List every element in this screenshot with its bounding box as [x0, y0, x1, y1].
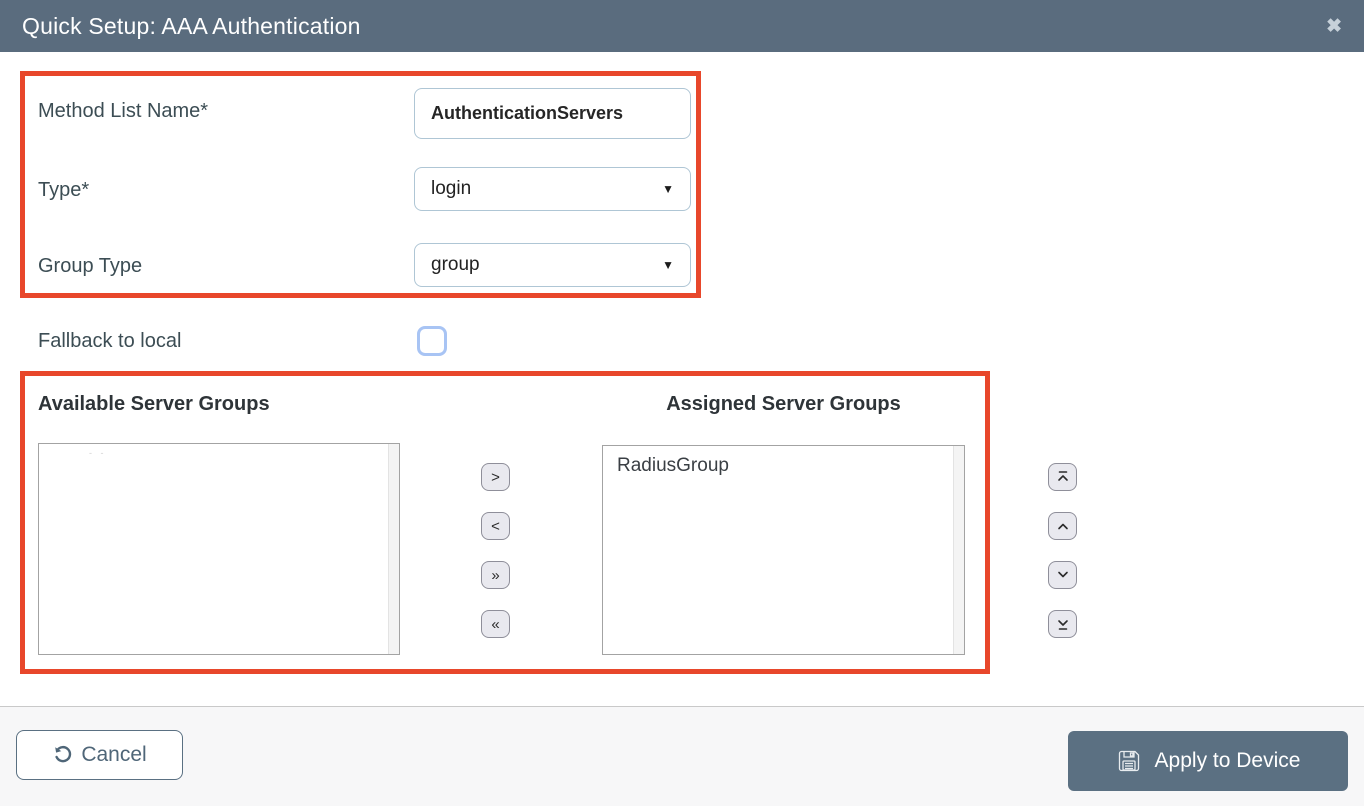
available-server-groups-list[interactable]: - -	[38, 443, 400, 655]
quick-setup-dialog: Quick Setup: AAA Authentication ✖ Method…	[0, 0, 1364, 806]
group-type-select-value: group	[431, 254, 480, 276]
move-right-button[interactable]: >	[481, 463, 510, 491]
undo-icon	[52, 745, 72, 765]
move-left-button[interactable]: <	[481, 512, 510, 540]
group-type-select[interactable]: group ▼	[414, 243, 691, 287]
cancel-label: Cancel	[81, 743, 146, 767]
fallback-to-local-label: Fallback to local	[38, 330, 181, 353]
dialog-footer: Cancel Apply to Device	[0, 706, 1364, 806]
cancel-button[interactable]: Cancel	[16, 730, 183, 780]
type-select[interactable]: login ▼	[414, 167, 691, 211]
save-icon	[1116, 748, 1142, 774]
move-to-bottom-button[interactable]	[1048, 610, 1077, 638]
move-up-button[interactable]	[1048, 512, 1077, 540]
group-type-label: Group Type	[38, 255, 142, 278]
assigned-server-groups-list[interactable]: RadiusGroup	[602, 445, 965, 655]
move-all-left-button[interactable]: «	[481, 610, 510, 638]
move-down-button[interactable]	[1048, 561, 1077, 589]
method-list-name-label: Method List Name*	[38, 100, 208, 123]
list-item[interactable]: RadiusGroup	[603, 446, 964, 477]
type-label: Type*	[38, 179, 89, 202]
chevron-up-icon	[1055, 518, 1071, 534]
chevron-up-bar-icon	[1055, 469, 1071, 485]
chevron-down-icon	[1055, 567, 1071, 583]
fallback-to-local-checkbox[interactable]	[417, 326, 447, 356]
scrollbar[interactable]	[953, 446, 964, 654]
apply-label: Apply to Device	[1155, 749, 1301, 773]
move-to-top-button[interactable]	[1048, 463, 1077, 491]
type-select-value: login	[431, 178, 471, 200]
chevron-down-icon: ▼	[662, 182, 674, 196]
ghost-mark: - -	[89, 448, 107, 458]
close-icon[interactable]: ✖	[1326, 17, 1342, 36]
assigned-server-groups-heading: Assigned Server Groups	[602, 393, 965, 416]
scrollbar[interactable]	[388, 444, 399, 654]
move-all-right-button[interactable]: »	[481, 561, 510, 589]
method-list-name-input[interactable]	[414, 88, 691, 139]
dialog-header: Quick Setup: AAA Authentication ✖	[0, 0, 1364, 52]
apply-to-device-button[interactable]: Apply to Device	[1068, 731, 1348, 791]
chevron-down-icon: ▼	[662, 258, 674, 272]
chevron-down-bar-icon	[1055, 616, 1071, 632]
dialog-title: Quick Setup: AAA Authentication	[22, 13, 361, 40]
available-server-groups-heading: Available Server Groups	[38, 393, 270, 416]
